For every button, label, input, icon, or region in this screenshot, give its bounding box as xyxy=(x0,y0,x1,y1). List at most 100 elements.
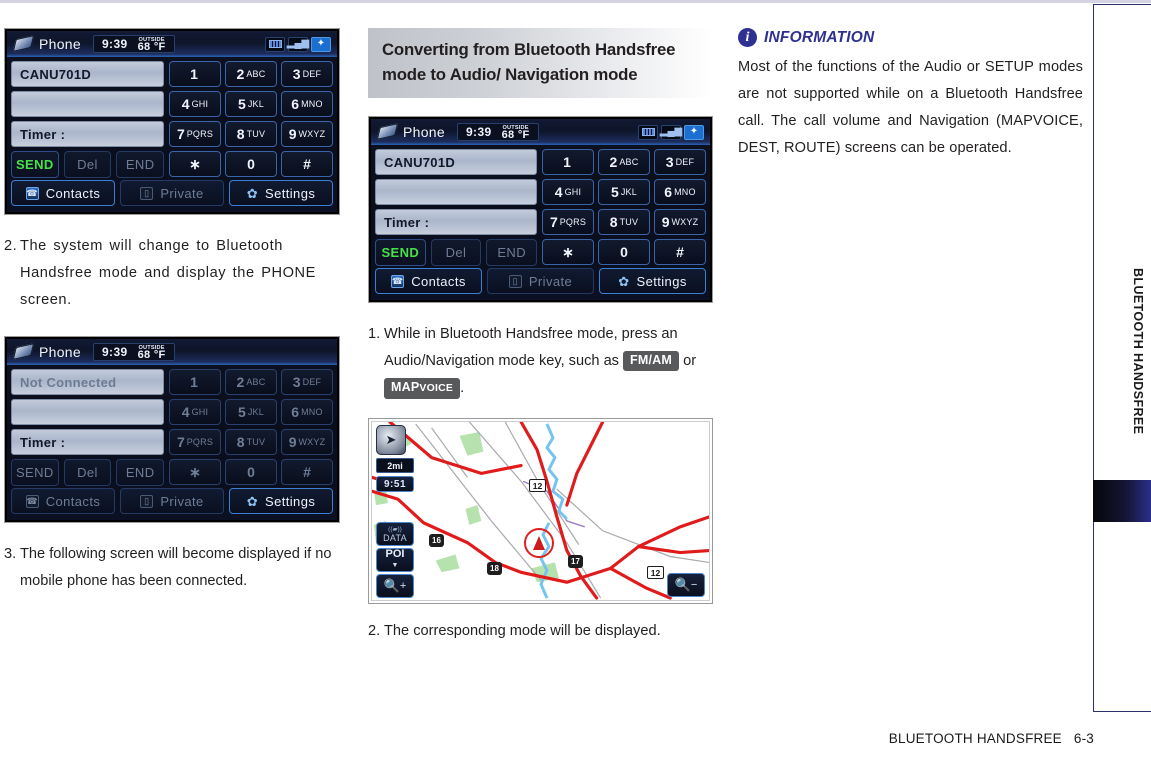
key-7[interactable]: 7 PQRS xyxy=(169,121,221,147)
phone-name-field[interactable]: CANU701D xyxy=(375,149,537,175)
private-button[interactable]: ▯ Private xyxy=(120,180,224,206)
key-7[interactable]: 7 PQRS xyxy=(542,209,594,235)
phone-number-field[interactable] xyxy=(11,91,164,117)
gear-icon: ✿ xyxy=(246,185,259,201)
handset-icon xyxy=(13,36,35,52)
key-letters: WXYZ xyxy=(298,437,326,447)
key-digit: 3 xyxy=(292,66,301,82)
contacts-button[interactable]: ☎ Contacts xyxy=(11,488,115,514)
key-digit: 5 xyxy=(611,184,619,200)
handset-icon xyxy=(377,124,399,140)
key-digit: 6 xyxy=(291,404,300,420)
settings-label: Settings xyxy=(265,185,316,201)
settings-button[interactable]: ✿ Settings xyxy=(599,268,706,294)
key-5[interactable]: 5 JKL xyxy=(225,399,277,425)
interstate-shield: 17 xyxy=(568,555,583,568)
settings-button[interactable]: ✿ Settings xyxy=(229,180,333,206)
settings-button[interactable]: ✿ Settings xyxy=(229,488,333,514)
column-two: Converting from Bluetooth Handsfree mode… xyxy=(368,28,713,645)
key-letters: TUV xyxy=(246,437,266,447)
dial-keypad: 1 2 ABC 3 DEF 4 GHI 5 JKL 6 MNO 7 PQRS 8 TUV 9W… xyxy=(542,149,706,266)
key-0[interactable]: 0 xyxy=(225,151,277,177)
private-button[interactable]: ▯ Private xyxy=(487,268,594,294)
key-letters: MNO xyxy=(674,187,696,197)
key-3[interactable]: 3 DEF xyxy=(654,149,706,175)
key-star[interactable]: ∗ xyxy=(169,151,221,177)
key-letters: ABC xyxy=(246,69,266,79)
private-phone-icon: ▯ xyxy=(140,494,154,508)
key-digit: 7 xyxy=(176,434,185,450)
phone-name-field[interactable]: CANU701D xyxy=(11,61,164,87)
key-letters: PQRS xyxy=(186,129,214,139)
key-3[interactable]: 3 DEF xyxy=(281,61,333,87)
key-5[interactable]: 5 JKL xyxy=(225,91,277,117)
key-9[interactable]: 9 WXYZ xyxy=(281,121,333,147)
gear-icon: ✿ xyxy=(246,493,259,509)
key-star[interactable]: ∗ xyxy=(169,459,221,485)
settings-label: Settings xyxy=(636,273,687,289)
outside-temperature: OUTSIDE 68 °F xyxy=(502,125,530,141)
key-hash[interactable]: # xyxy=(281,459,333,485)
key-digit: 8 xyxy=(236,434,245,450)
contacts-button[interactable]: ☎ Contacts xyxy=(375,268,482,294)
send-button[interactable]: SEND xyxy=(11,151,59,178)
key-digit: 4 xyxy=(554,184,563,200)
private-button[interactable]: ▯ Private xyxy=(120,488,224,514)
phone-number-field[interactable] xyxy=(375,179,537,205)
route-shield: 12 xyxy=(647,566,664,579)
end-button[interactable]: END xyxy=(116,151,165,178)
key-2[interactable]: 2 ABC xyxy=(225,61,277,87)
head-unit-screen-connected: Phone 9:39 OUTSIDE 68 °F ▂▄▆ ✦ CANU701D xyxy=(4,28,340,215)
mapvoice-main: MAP xyxy=(391,380,420,394)
del-button[interactable]: Del xyxy=(63,151,112,178)
phone-number-field[interactable] xyxy=(11,399,164,425)
key-9[interactable]: 9 WXYZ xyxy=(654,209,706,235)
key-6[interactable]: 6 MNO xyxy=(654,179,706,205)
key-hash[interactable]: # xyxy=(281,151,333,177)
zoom-in-icon[interactable]: 🔍 + xyxy=(376,574,414,598)
key-1[interactable]: 1 xyxy=(169,61,221,87)
key-3[interactable]: 3 DEF xyxy=(281,369,333,395)
phone-name-field[interactable]: Not Connected xyxy=(11,369,164,395)
key-letters: GHI xyxy=(191,99,209,109)
key-hash[interactable]: # xyxy=(654,239,706,265)
key-1[interactable]: 1 xyxy=(169,369,221,395)
end-button[interactable]: END xyxy=(486,239,538,266)
compass-icon[interactable]: ➤ xyxy=(376,425,406,455)
key-6[interactable]: 6 MNO xyxy=(281,91,333,117)
zoom-out-icon[interactable]: 🔍 − xyxy=(667,573,705,597)
key-letters: TUV xyxy=(246,129,266,139)
step-number: 2. xyxy=(4,238,18,254)
key-2[interactable]: 2 ABC xyxy=(598,149,650,175)
key-letters: JKL xyxy=(620,187,637,197)
send-button[interactable]: SEND xyxy=(11,459,59,486)
key-2[interactable]: 2 ABC xyxy=(225,369,277,395)
key-digit: 2 xyxy=(609,154,618,170)
timer-field: Timer : xyxy=(375,209,537,235)
send-button[interactable]: SEND xyxy=(375,239,426,266)
key-8[interactable]: 8 TUV xyxy=(598,209,650,235)
del-button[interactable]: Del xyxy=(430,239,482,266)
key-6[interactable]: 6 MNO xyxy=(281,399,333,425)
contacts-button[interactable]: ☎ Contacts xyxy=(11,180,115,206)
navigation-map[interactable]: ➤ 2mi 9:51 ((▰)) DATA POI ▼ 🔍 + 🔍 − 12 12 16… xyxy=(371,421,710,601)
key-7[interactable]: 7 PQRS xyxy=(169,429,221,455)
key-9[interactable]: 9 WXYZ xyxy=(281,429,333,455)
del-button[interactable]: Del xyxy=(63,459,112,486)
end-button[interactable]: END xyxy=(116,459,165,486)
key-1[interactable]: 1 xyxy=(542,149,594,175)
key-4[interactable]: 4 GHI xyxy=(542,179,594,205)
step-text: The following screen will become display… xyxy=(20,546,332,589)
poi-button[interactable]: POI ▼ xyxy=(376,548,414,572)
key-0[interactable]: 0 xyxy=(598,239,650,265)
key-digit: # xyxy=(303,156,311,172)
key-star[interactable]: ∗ xyxy=(542,239,594,265)
key-4[interactable]: 4 GHI xyxy=(169,91,221,117)
key-letters: WXYZ xyxy=(298,129,326,139)
key-4[interactable]: 4 GHI xyxy=(169,399,221,425)
key-0[interactable]: 0 xyxy=(225,459,277,485)
key-5[interactable]: 5 JKL xyxy=(598,179,650,205)
key-8[interactable]: 8 TUV xyxy=(225,429,277,455)
key-8[interactable]: 8 TUV xyxy=(225,121,277,147)
contacts-label: Contacts xyxy=(411,273,466,289)
